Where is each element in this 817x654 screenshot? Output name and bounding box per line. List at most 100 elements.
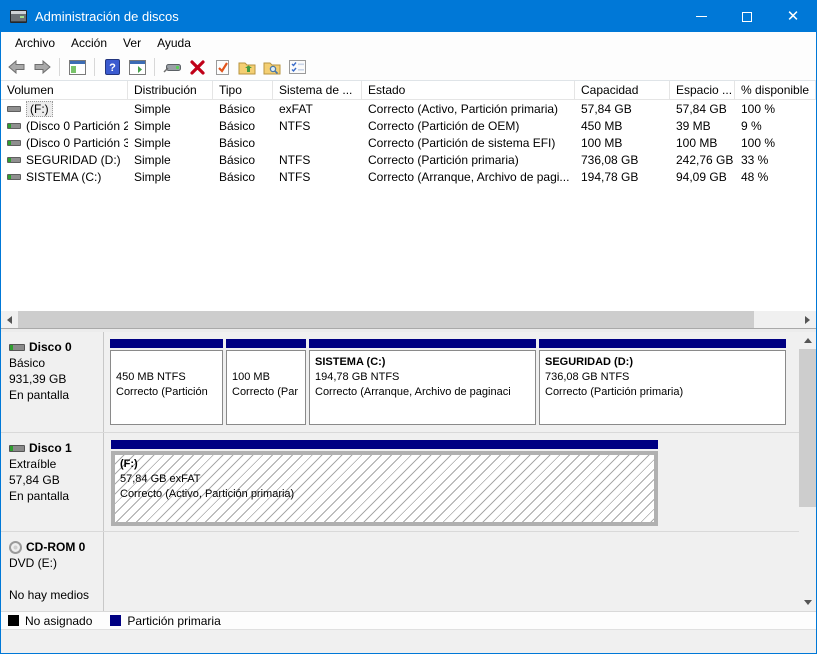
disk-status: En pantalla: [9, 387, 103, 403]
disk-type: Extraíble: [9, 456, 103, 472]
partition-status: Correcto (Arranque, Archivo de paginaci: [315, 385, 530, 400]
maximize-button[interactable]: [724, 1, 770, 32]
scroll-left-button[interactable]: [1, 311, 18, 328]
table-row[interactable]: SEGURIDAD (D:) Simple Básico NTFS Correc…: [1, 151, 816, 168]
forward-button[interactable]: [31, 56, 53, 78]
menu-bar: Archivo Acción Ver Ayuda: [1, 32, 816, 54]
table-row[interactable]: (Disco 0 Partición 3) Simple Básico Corr…: [1, 134, 816, 151]
column-capacidad[interactable]: Capacidad: [575, 81, 670, 99]
column-tipo[interactable]: Tipo: [213, 81, 273, 99]
column-sistema[interactable]: Sistema de ...: [273, 81, 362, 99]
partition-title: SEGURIDAD (D:): [545, 355, 780, 370]
column-disponible[interactable]: % disponible: [735, 81, 816, 99]
cell-distribucion: Simple: [128, 168, 213, 185]
cell-disponible: 100 %: [735, 134, 816, 151]
volume-drive-icon: [7, 140, 21, 146]
vertical-scrollbar-thumb[interactable]: [799, 349, 816, 507]
partition-block[interactable]: SISTEMA (C:) 194,78 GB NTFS Correcto (Ar…: [309, 339, 536, 425]
scroll-down-button[interactable]: [799, 594, 816, 611]
disk-0-header[interactable]: Disco 0 Básico 931,39 GB En pantalla: [1, 332, 104, 432]
list-empty-area: [1, 185, 816, 311]
checklist-button[interactable]: [286, 56, 308, 78]
cell-tipo: Básico: [213, 117, 273, 134]
help-button[interactable]: ?: [101, 56, 123, 78]
cell-distribucion: Simple: [128, 117, 213, 134]
disk-management-window: Administración de discos ✕ Archivo Acció…: [0, 0, 817, 654]
cell-estado: Correcto (Partición primaria): [362, 151, 575, 168]
explore-button[interactable]: [261, 56, 283, 78]
menu-ver[interactable]: Ver: [115, 34, 149, 52]
disk-size: 931,39 GB: [9, 371, 103, 387]
vertical-scrollbar[interactable]: [799, 332, 816, 611]
legend-label-primary: Partición primaria: [127, 614, 220, 628]
volume-drive-icon: [7, 123, 21, 129]
cell-espacio: 57,84 GB: [670, 100, 735, 117]
partition-title: [116, 355, 217, 370]
cdrom-empty-line: [9, 571, 103, 587]
table-row[interactable]: SISTEMA (C:) Simple Básico NTFS Correcto…: [1, 168, 816, 185]
volume-list-pane: Volumen Distribución Tipo Sistema de ...…: [1, 81, 816, 328]
horizontal-scrollbar[interactable]: [1, 311, 816, 328]
help-icon: ?: [105, 59, 120, 75]
partition-block-selected[interactable]: (F:) 57,84 GB exFAT Correcto (Activo, Pa…: [111, 440, 658, 526]
menu-accion[interactable]: Acción: [63, 34, 115, 52]
disk-device-icon: [163, 61, 182, 74]
app-disk-icon: [10, 10, 27, 23]
volume-name: (Disco 0 Partición 3): [26, 136, 128, 150]
column-distribucion[interactable]: Distribución: [128, 81, 213, 99]
cell-espacio: 242,76 GB: [670, 151, 735, 168]
partition-color-bar: [110, 339, 223, 348]
partition-size: 57,84 GB exFAT: [120, 472, 649, 487]
column-volumen[interactable]: Volumen: [1, 81, 128, 99]
disk-icon: [9, 344, 25, 351]
menu-ayuda[interactable]: Ayuda: [149, 34, 199, 52]
close-button[interactable]: ✕: [770, 1, 816, 32]
table-row[interactable]: (Disco 0 Partición 2) Simple Básico NTFS…: [1, 117, 816, 134]
cell-tipo: Básico: [213, 151, 273, 168]
partition-block[interactable]: SEGURIDAD (D:) 736,08 GB NTFS Correcto (…: [539, 339, 786, 425]
legend-bar: No asignado Partición primaria: [1, 611, 816, 629]
cell-capacidad: 100 MB: [575, 134, 670, 151]
partition-size: 194,78 GB NTFS: [315, 370, 530, 385]
close-icon: ✕: [787, 9, 800, 24]
graphical-view-pane: Disco 0 Básico 931,39 GB En pantalla 450…: [1, 332, 816, 611]
disk-name: Disco 0: [29, 340, 72, 354]
menu-archivo[interactable]: Archivo: [7, 34, 63, 52]
show-action-pane-button[interactable]: [126, 56, 148, 78]
partition-status: Correcto (Partición primaria): [545, 385, 780, 400]
minimize-button[interactable]: [678, 1, 724, 32]
partition-color-bar: [309, 339, 536, 348]
open-button[interactable]: [236, 56, 258, 78]
horizontal-scrollbar-thumb[interactable]: [18, 311, 754, 328]
partition-status: Correcto (Par: [232, 385, 300, 400]
partition-block[interactable]: 450 MB NTFS Correcto (Partición: [110, 339, 223, 425]
partition-color-bar: [226, 339, 306, 348]
volume-drive-icon: [7, 174, 21, 180]
cdrom-media-status: No hay medios: [9, 587, 103, 603]
partition-title: (F:): [120, 457, 649, 472]
properties-button[interactable]: [211, 56, 233, 78]
cdrom-drive-letter: DVD (E:): [9, 555, 103, 571]
show-console-tree-button[interactable]: [66, 56, 88, 78]
delete-button[interactable]: [186, 56, 208, 78]
table-row[interactable]: (F:) Simple Básico exFAT Correcto (Activ…: [1, 100, 816, 117]
back-button[interactable]: [6, 56, 28, 78]
volume-drive-icon: [7, 157, 21, 163]
partition-block[interactable]: 100 MB Correcto (Par: [226, 339, 306, 425]
disk-1-header[interactable]: Disco 1 Extraíble 57,84 GB En pantalla: [1, 433, 104, 531]
scroll-right-button[interactable]: [799, 311, 816, 328]
cell-sistema: NTFS: [273, 151, 362, 168]
back-arrow-icon: [8, 60, 26, 74]
column-espacio[interactable]: Espacio ...: [670, 81, 735, 99]
cdrom-0-header[interactable]: CD-ROM 0 DVD (E:) No hay medios: [1, 532, 104, 611]
cell-distribucion: Simple: [128, 134, 213, 151]
column-estado[interactable]: Estado: [362, 81, 575, 99]
toolbar-separator: [59, 58, 60, 76]
toolbar: ?: [1, 54, 816, 81]
rescan-disks-button[interactable]: [161, 56, 183, 78]
scroll-down-icon: [804, 600, 812, 605]
volume-name: (F:): [26, 101, 53, 117]
forward-arrow-icon: [33, 60, 51, 74]
scroll-up-button[interactable]: [799, 332, 816, 349]
scroll-left-icon: [7, 316, 12, 324]
